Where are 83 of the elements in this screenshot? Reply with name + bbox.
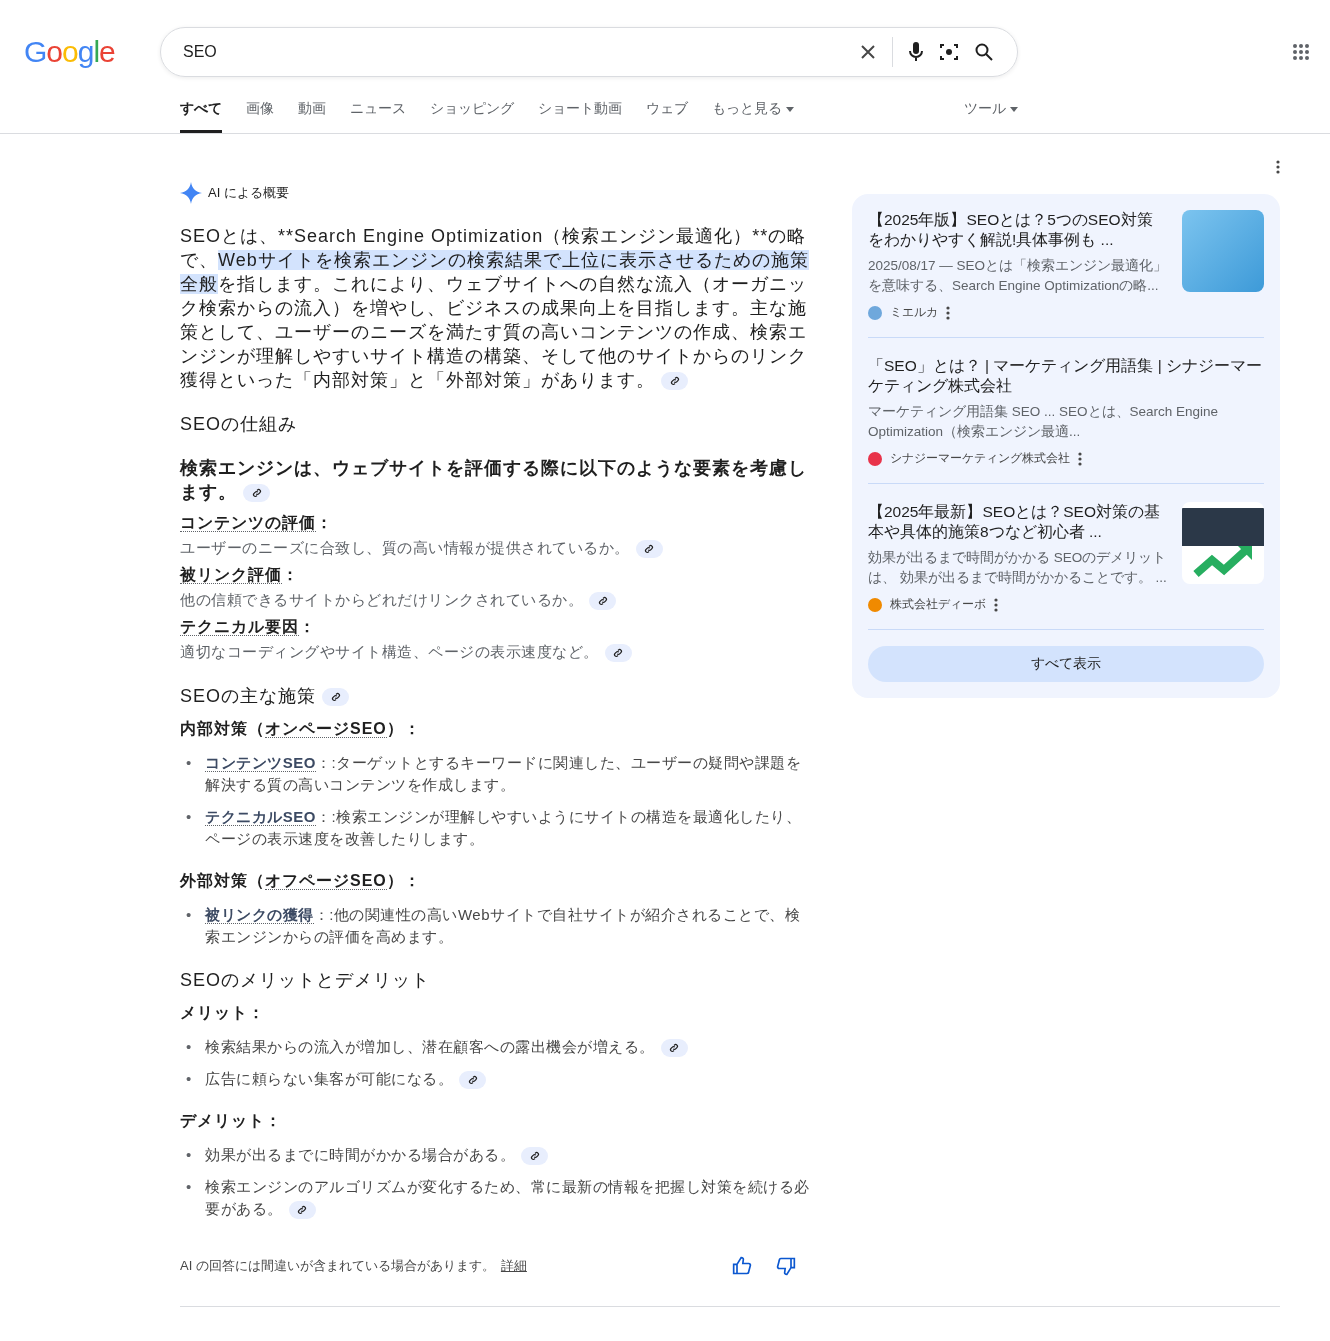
summary-paragraph: SEOとは、**Search Engine Optimization（検索エンジン最適化）**の略で、Webサイトを検索エンジンの検索結果で上位に表示させるための施策全般 を指します。これにより、ウェブサイトへの自然な流入（オーガニック検索からの流入）を増やし、ビジネスの成果向上を目指します。主な施策として、ユーザーのニーズを満たす質の高いコンテンツの作成、検索エンジンが理解しやすいサイト構造の構築、そして他のサイトからのリンク獲得といった「内部対策」と「外部対策」があります。	[180, 225, 810, 392]
source-site-name: 株式会社ディーボ	[890, 596, 986, 613]
list-label: デメリット：	[180, 1111, 283, 1131]
term-heading: 被リンク評価：	[180, 565, 300, 586]
link-icon	[529, 1151, 540, 1162]
bullet-marker: •	[186, 1145, 192, 1165]
citation-link[interactable]	[243, 484, 270, 503]
term-heading: 外部対策（オフページSEO）：	[180, 871, 422, 892]
link-icon	[597, 596, 608, 607]
bullet-item: 検索結果からの流入が増加し、潜在顧客への露出機会が増える。	[205, 1036, 688, 1058]
bullet-item: テクニカルSEO：:検索エンジンが理解しやすいようにサイトの構造を最適化したり、ページの表示速度を改善したりします。	[205, 807, 803, 849]
search-tab[interactable]: もっと見る	[712, 100, 794, 133]
search-tab[interactable]: ウェブ	[646, 100, 688, 133]
section-heading: SEOの仕組み	[180, 413, 298, 436]
bullet-marker: •	[186, 1069, 192, 1089]
term-heading: テクニカル要因：	[180, 617, 317, 638]
more-icon[interactable]	[946, 305, 950, 320]
term-heading: 内部対策（オンページSEO）：	[180, 719, 422, 740]
disclaimer-text: AI の回答には間違いが含まれている場合があります。	[180, 1257, 495, 1275]
source-title-link[interactable]: 【2025年最新】SEOとは？SEO対策の基本や具体的施策8つなど初心者 ...	[868, 502, 1168, 542]
term-description: 適切なコーディングやサイト構造、ページの表示速度など。	[180, 640, 810, 664]
link-icon	[669, 1043, 680, 1054]
bullet-item: 被リンクの獲得：:他の関連性の高いWebサイトで自社サイトが紹介されることで、検索エンジンからの評価を高めます。	[205, 905, 801, 947]
link-icon	[251, 488, 262, 499]
sparkle-icon	[180, 182, 202, 204]
tools-menu[interactable]: ツール	[964, 100, 1018, 133]
bullet-item: 検索エンジンのアルゴリズムが変化するため、常に最新の情報を把握し対策を続ける必要がある。	[205, 1176, 810, 1220]
source-site-name: シナジーマーケティング株式会社	[890, 450, 1070, 467]
citation-link[interactable]	[589, 592, 616, 611]
search-bar[interactable]: SEO	[160, 27, 1018, 77]
search-tab[interactable]: ショッピング	[430, 100, 514, 133]
search-tab[interactable]: 画像	[246, 100, 274, 133]
show-all-button[interactable]: すべて表示	[868, 646, 1264, 682]
thumbs-up-icon[interactable]	[732, 1256, 752, 1276]
more-icon[interactable]	[1276, 160, 1280, 174]
link-icon	[467, 1075, 478, 1086]
citation-link[interactable]	[660, 1039, 688, 1058]
thumbs-down-icon[interactable]	[776, 1256, 796, 1276]
lead-text: 検索エンジンは、ウェブサイトを評価する際に以下のような要素を考慮します。	[180, 457, 808, 504]
term-description: 他の信頼できるサイトからどれだけリンクされているか。	[180, 588, 810, 612]
link-icon	[330, 692, 341, 703]
apps-icon[interactable]	[1292, 43, 1310, 61]
citation-link[interactable]	[521, 1147, 549, 1166]
citation-link[interactable]	[322, 688, 349, 707]
citation-link[interactable]	[288, 1201, 316, 1220]
caret-icon	[1010, 106, 1018, 112]
more-icon[interactable]	[1078, 451, 1082, 466]
google-logo[interactable]: Google	[24, 35, 160, 69]
search-tab[interactable]: ニュース	[350, 100, 406, 133]
bullet-item: 広告に頼らない集客が可能になる。	[205, 1068, 487, 1090]
link-icon	[297, 1205, 308, 1216]
link-icon	[613, 648, 623, 659]
citation-link[interactable]	[459, 1071, 487, 1090]
details-link[interactable]: 詳細	[500, 1257, 527, 1275]
source-title-link[interactable]: 「SEO」とは？ | マーケティング用語集 | シナジーマーケティング株式会社	[868, 356, 1264, 396]
overview-title: AI による概要	[208, 184, 289, 202]
list-label: メリット：	[180, 1003, 266, 1023]
term-description: ユーザーのニーズに合致し、質の高い情報が提供されているか。	[180, 536, 810, 560]
term-heading: コンテンツの評価：	[180, 513, 334, 534]
source-snippet: マーケティング用語集 SEO ... SEOとは、Search Engine Optimization（検索エンジン最適...	[868, 403, 1220, 441]
more-icon[interactable]	[994, 597, 998, 612]
bullet-item: コンテンツSEO：:ターゲットとするキーワードに関連した、ユーザーの疑問や課題を解決する質の高いコンテンツを作成します。	[205, 753, 803, 795]
source-snippet: 2025/08/17 — SEOとは「検索エンジン最適化」を意味する、Search Engine Optimizationの略...	[868, 257, 1168, 295]
bullet-item: 効果が出るまでに時間がかかる場合がある。	[205, 1144, 549, 1166]
citation-link[interactable]	[661, 372, 688, 391]
source-snippet: 効果が出るまで時間がかかる SEOのデメリットは、 効果が出るまで時間がかかることです。 ...	[868, 549, 1168, 587]
search-tab[interactable]: ショート動画	[538, 100, 622, 133]
link-icon	[669, 376, 680, 387]
bullet-marker: •	[186, 1037, 192, 1057]
caret-icon	[786, 106, 794, 112]
bullet-marker: •	[186, 807, 192, 827]
source-title-link[interactable]: 【2025年版】SEOとは？5つのSEO対策をわかりやすく解説!具体事例も ...	[868, 210, 1168, 250]
citation-link[interactable]	[604, 644, 632, 663]
section-heading: SEOのメリットとデメリット	[180, 969, 431, 992]
citation-link[interactable]	[635, 540, 663, 559]
link-icon	[644, 544, 654, 555]
source-site-name: ミエルカ	[890, 304, 938, 321]
search-tab[interactable]: 動画	[298, 100, 326, 133]
search-tab[interactable]: すべて	[180, 100, 222, 133]
bullet-marker: •	[186, 905, 192, 925]
section-heading: SEOの主な施策	[180, 684, 810, 708]
bullet-marker: •	[186, 753, 192, 773]
bullet-marker: •	[186, 1177, 192, 1197]
